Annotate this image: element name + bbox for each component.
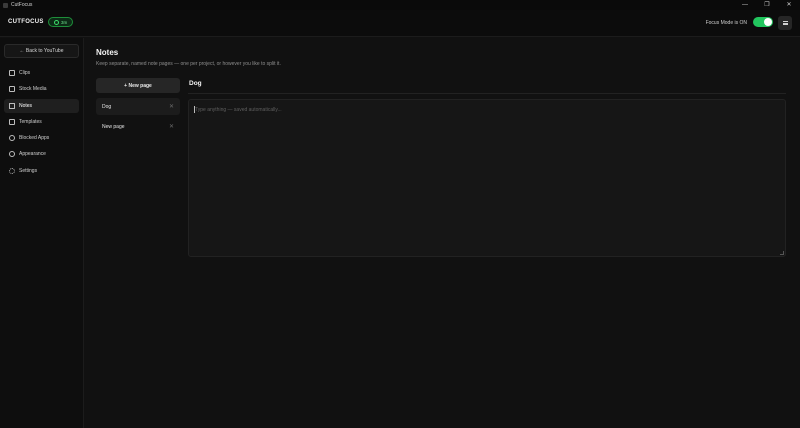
app-header: CUTFOCUS 3m Focus Mode is ON (0, 10, 800, 37)
close-icon[interactable]: ✕ (778, 0, 800, 10)
editor-placeholder: Type anything — saved automatically... (195, 107, 282, 113)
window-title: CutFocus (11, 2, 33, 8)
delete-page-icon[interactable]: ✕ (169, 103, 174, 110)
stock-media-icon (9, 86, 15, 93)
notes-icon (9, 102, 15, 109)
sidebar-item-label: Clips (19, 70, 31, 76)
clock-icon (54, 19, 59, 25)
main-content: Notes Keep separate, named note pages — … (84, 38, 800, 428)
sidebar-item-label: Settings (19, 167, 38, 174)
sidebar-item-appearance[interactable]: Appearance (4, 147, 79, 161)
sidebar-item-label: Appearance (19, 151, 46, 158)
templates-icon (9, 118, 15, 125)
toggle-knob (764, 18, 772, 26)
sidebar-nav: Clips Stock Media Notes Templates Blocke… (4, 66, 79, 180)
resize-handle-icon[interactable] (780, 251, 784, 255)
minimize-icon[interactable]: — (734, 0, 756, 10)
note-page-label: New page (102, 123, 125, 130)
note-editor[interactable]: Type anything — saved automatically... (188, 99, 786, 257)
window-controls: — ❐ ✕ (734, 0, 800, 10)
sidebar-item-settings[interactable]: Settings (4, 164, 79, 178)
sidebar-item-notes[interactable]: Notes (4, 98, 79, 113)
blocked-apps-icon (9, 135, 15, 142)
editor-title: Dog (189, 80, 202, 87)
sidebar-item-label: Stock Media (19, 86, 47, 93)
app-icon (3, 2, 8, 8)
restore-icon[interactable]: ❐ (756, 0, 778, 10)
sidebar-item-label: Notes (19, 102, 33, 109)
brand-logo: CUTFOCUS (8, 19, 44, 25)
timer-badge: 3m (48, 17, 74, 27)
appearance-icon (9, 151, 15, 158)
divider (188, 93, 786, 94)
window-titlebar: CutFocus — ❐ ✕ (0, 0, 800, 10)
page-title: Notes (96, 48, 119, 57)
focus-mode-label: Focus Mode is ON (705, 20, 747, 26)
note-page-label: Dog (102, 103, 112, 110)
sidebar: ← Back to YouTube Clips Stock Media Note… (0, 38, 84, 428)
note-page-list: Dog ✕ New page ✕ (96, 98, 180, 135)
sidebar-item-label: Templates (19, 118, 42, 125)
hamburger-icon (782, 20, 788, 22)
note-page-item[interactable]: New page ✕ (96, 118, 180, 135)
sidebar-item-clips[interactable]: Clips (4, 66, 79, 80)
delete-page-icon[interactable]: ✕ (169, 123, 174, 130)
sidebar-item-blocked-apps[interactable]: Blocked Apps (4, 131, 79, 145)
note-page-item[interactable]: Dog ✕ (96, 98, 180, 115)
focus-mode-toggle[interactable] (753, 17, 773, 27)
sidebar-item-stock-media[interactable]: Stock Media (4, 82, 79, 96)
back-to-youtube-button[interactable]: ← Back to YouTube (4, 44, 79, 58)
settings-icon (9, 167, 15, 174)
sidebar-item-label: Blocked Apps (19, 135, 50, 142)
sidebar-item-templates[interactable]: Templates (4, 115, 79, 129)
new-page-button[interactable]: + New page (96, 78, 180, 93)
clips-icon (9, 70, 15, 76)
menu-button[interactable] (778, 16, 792, 30)
page-subtitle: Keep separate, named note pages — one pe… (96, 61, 281, 67)
timer-value: 3m (61, 19, 68, 25)
note-pages-column: + New page Dog ✕ New page ✕ (96, 78, 180, 138)
